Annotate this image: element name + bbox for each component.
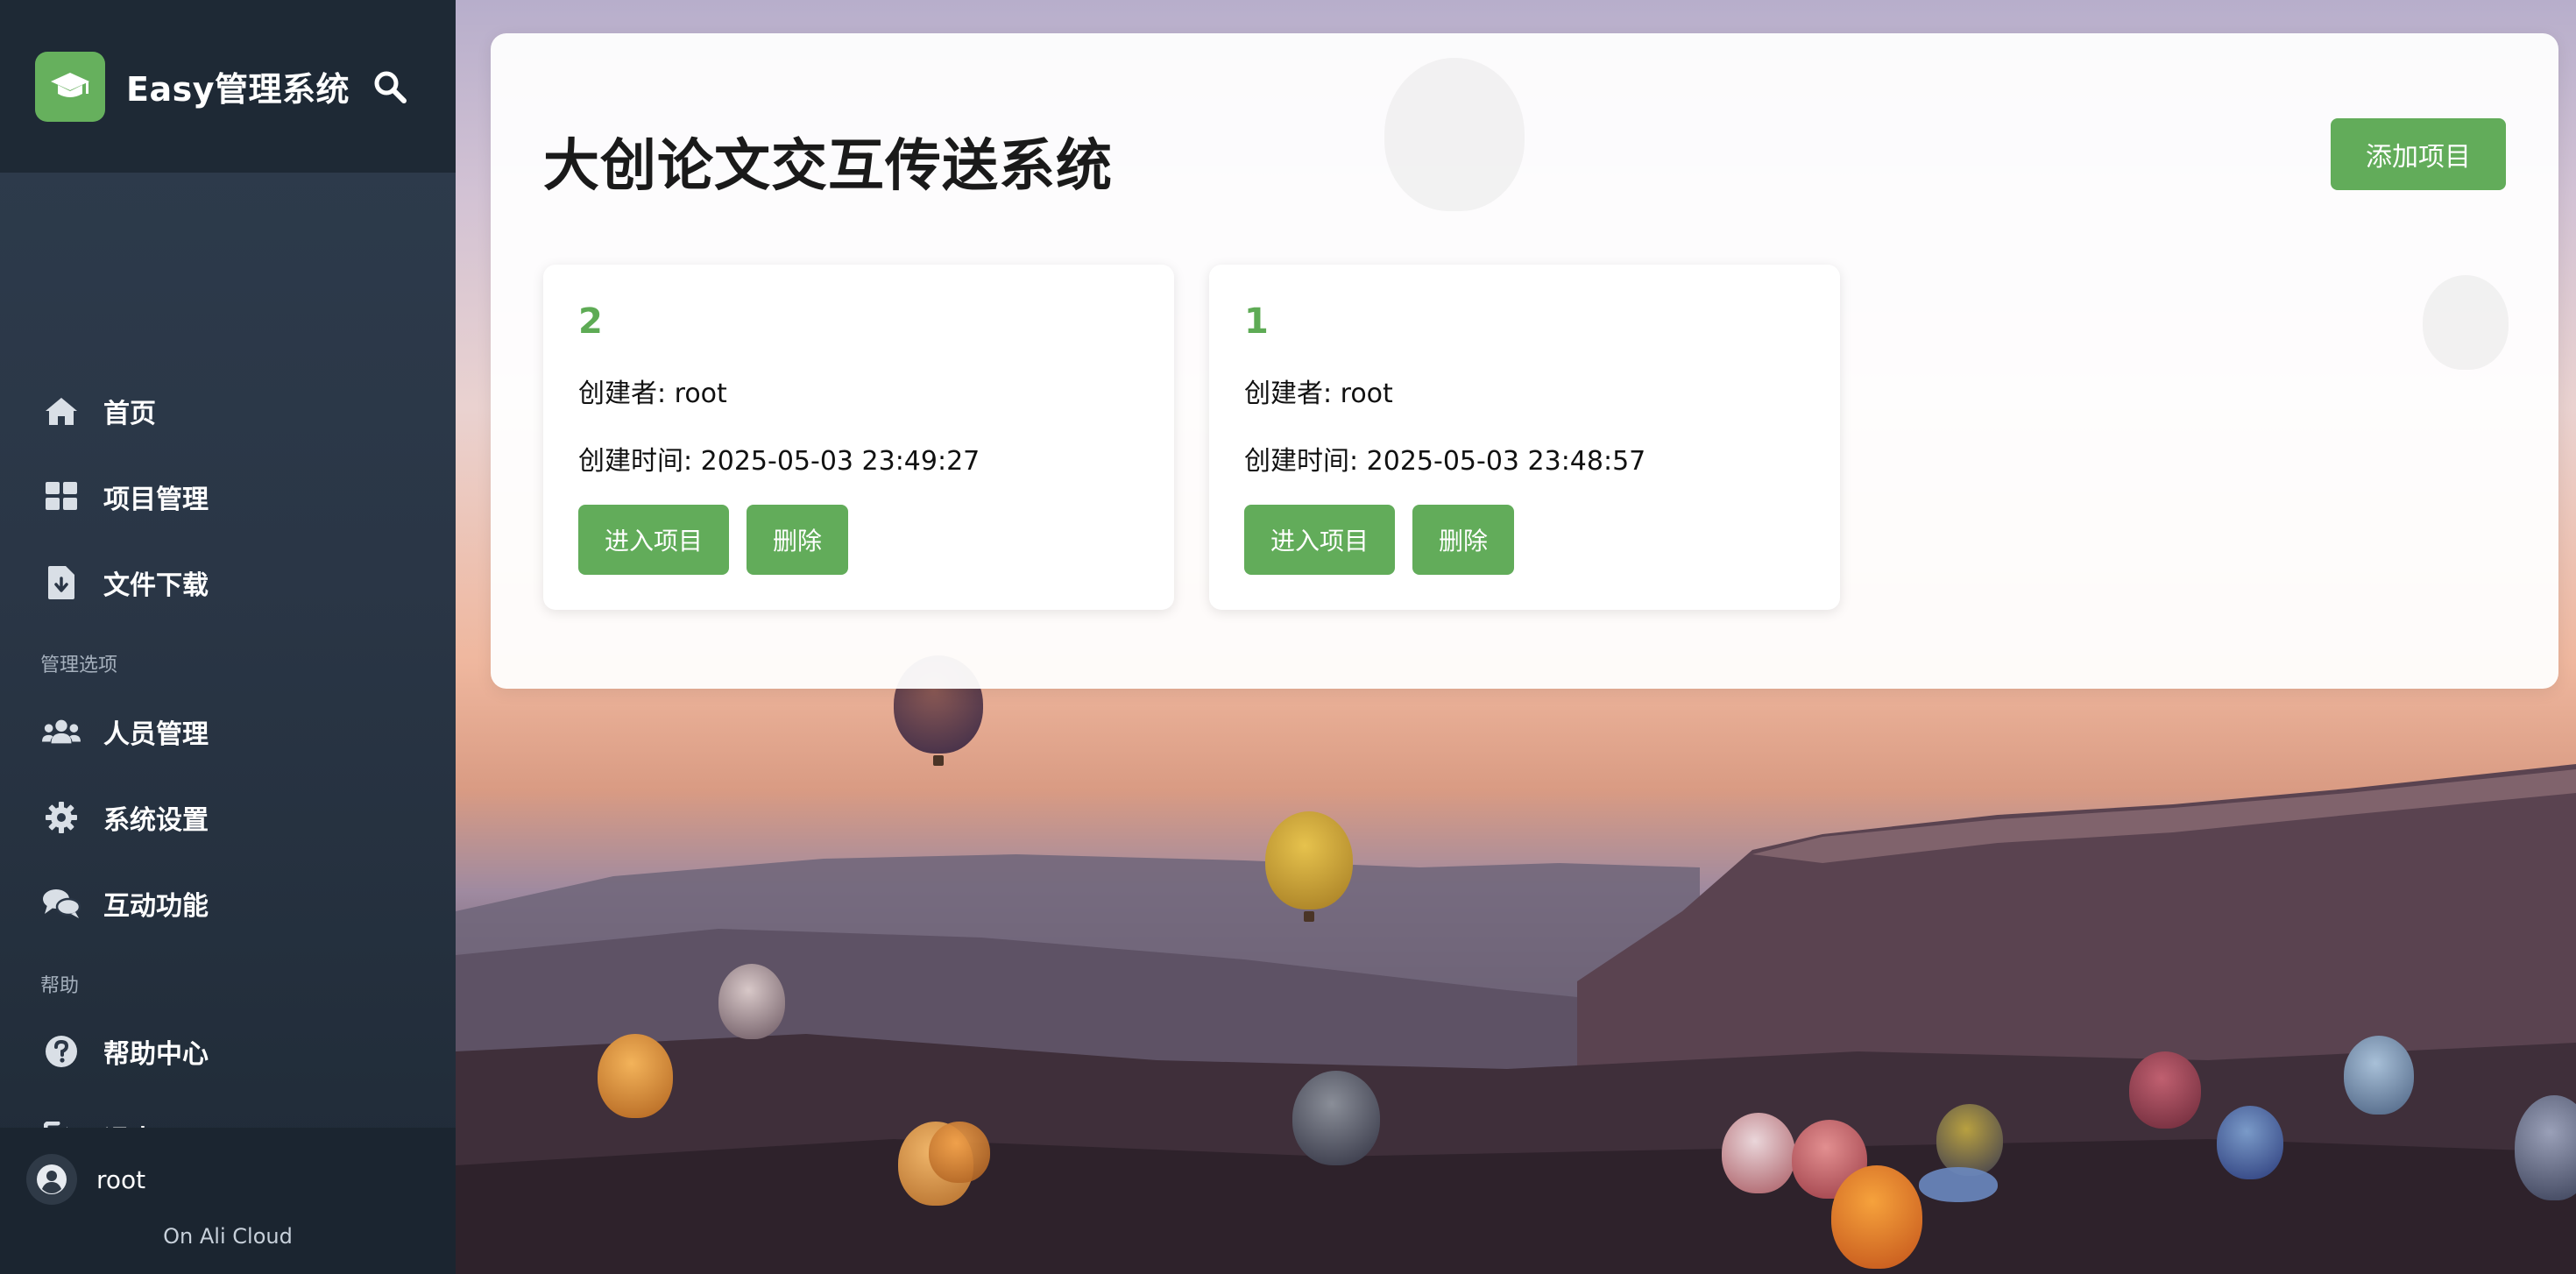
sidebar-footer: root On Ali Cloud <box>0 1128 456 1274</box>
balloon-image <box>1265 811 1353 909</box>
project-creator: 创建者: root <box>578 379 727 409</box>
brand-title: Easy管理系统 <box>126 70 350 109</box>
balloon-image <box>1384 58 1525 211</box>
add-project-button[interactable]: 添加项目 <box>2331 118 2506 190</box>
search-icon[interactable] <box>372 69 407 104</box>
sidebar-item-home[interactable]: 首页 <box>0 376 456 446</box>
sidebar-item-label: 帮助中心 <box>103 1039 209 1070</box>
project-card: 1 创建者: root 创建时间: 2025-05-03 23:48:57 进入… <box>1209 265 1840 610</box>
user-profile[interactable]: root <box>26 1154 145 1205</box>
project-created-time: 创建时间: 2025-05-03 23:49:27 <box>578 446 980 477</box>
sidebar-item-interaction[interactable]: 互动功能 <box>0 868 456 938</box>
enter-project-button[interactable]: 进入项目 <box>578 505 729 575</box>
balloon-image <box>2217 1106 2283 1179</box>
balloon-basket <box>1304 911 1314 922</box>
username: root <box>96 1164 146 1194</box>
project-created-time: 创建时间: 2025-05-03 23:48:57 <box>1244 446 1646 477</box>
sidebar-item-projects[interactable]: 项目管理 <box>0 462 456 532</box>
user-circle-icon <box>26 1154 77 1205</box>
balloon-basket <box>933 755 944 766</box>
project-name: 2 <box>578 301 603 342</box>
section-label-admin: 管理选项 <box>40 655 118 676</box>
balloon-image <box>718 964 785 1039</box>
sidebar-item-label: 人员管理 <box>103 719 209 750</box>
gear-icon <box>42 798 81 837</box>
question-circle-icon <box>42 1032 81 1071</box>
file-download-icon <box>42 563 81 602</box>
users-icon <box>42 712 81 751</box>
sidebar-item-help-center[interactable]: 帮助中心 <box>0 1016 456 1086</box>
sidebar-item-label: 项目管理 <box>103 485 209 515</box>
balloon-image <box>929 1122 990 1183</box>
balloon-image <box>2423 275 2509 370</box>
main-content-panel: 大创论文交互传送系统 添加项目 2 创建者: root 创建时间: 2025-0… <box>491 33 2558 689</box>
balloon-image <box>1919 1167 1998 1202</box>
sidebar: Easy管理系统 首页 项目管理 文件下载 管理选项 人员管理 系统设置 互动功… <box>0 0 456 1274</box>
grid-icon <box>42 478 81 516</box>
balloon-image <box>1292 1071 1380 1165</box>
page-title: 大创论文交互传送系统 <box>543 134 1113 199</box>
balloon-image <box>2129 1051 2201 1129</box>
balloon-image <box>1936 1104 2003 1176</box>
sidebar-item-label: 互动功能 <box>103 891 209 922</box>
home-icon <box>42 392 81 430</box>
sidebar-item-file-download[interactable]: 文件下载 <box>0 548 456 618</box>
hosting-label: On Ali Cloud <box>163 1224 293 1249</box>
sidebar-item-label: 系统设置 <box>103 805 209 836</box>
project-card: 2 创建者: root 创建时间: 2025-05-03 23:49:27 进入… <box>543 265 1174 610</box>
balloon-image <box>2344 1036 2414 1115</box>
sidebar-item-users[interactable]: 人员管理 <box>0 697 456 767</box>
section-label-help: 帮助 <box>40 975 80 997</box>
balloon-image <box>1722 1113 1795 1193</box>
project-creator: 创建者: root <box>1244 379 1393 409</box>
graduation-cap-icon <box>35 51 105 122</box>
comments-icon <box>42 884 81 923</box>
delete-project-button[interactable]: 删除 <box>747 505 848 575</box>
sidebar-header: Easy管理系统 <box>0 0 456 173</box>
balloon-image <box>598 1034 673 1118</box>
sidebar-item-settings[interactable]: 系统设置 <box>0 782 456 853</box>
sidebar-item-label: 首页 <box>103 399 156 429</box>
delete-project-button[interactable]: 删除 <box>1412 505 1514 575</box>
enter-project-button[interactable]: 进入项目 <box>1244 505 1395 575</box>
project-name: 1 <box>1244 301 1269 342</box>
sidebar-item-label: 文件下载 <box>103 570 209 601</box>
balloon-image <box>1831 1165 1922 1269</box>
